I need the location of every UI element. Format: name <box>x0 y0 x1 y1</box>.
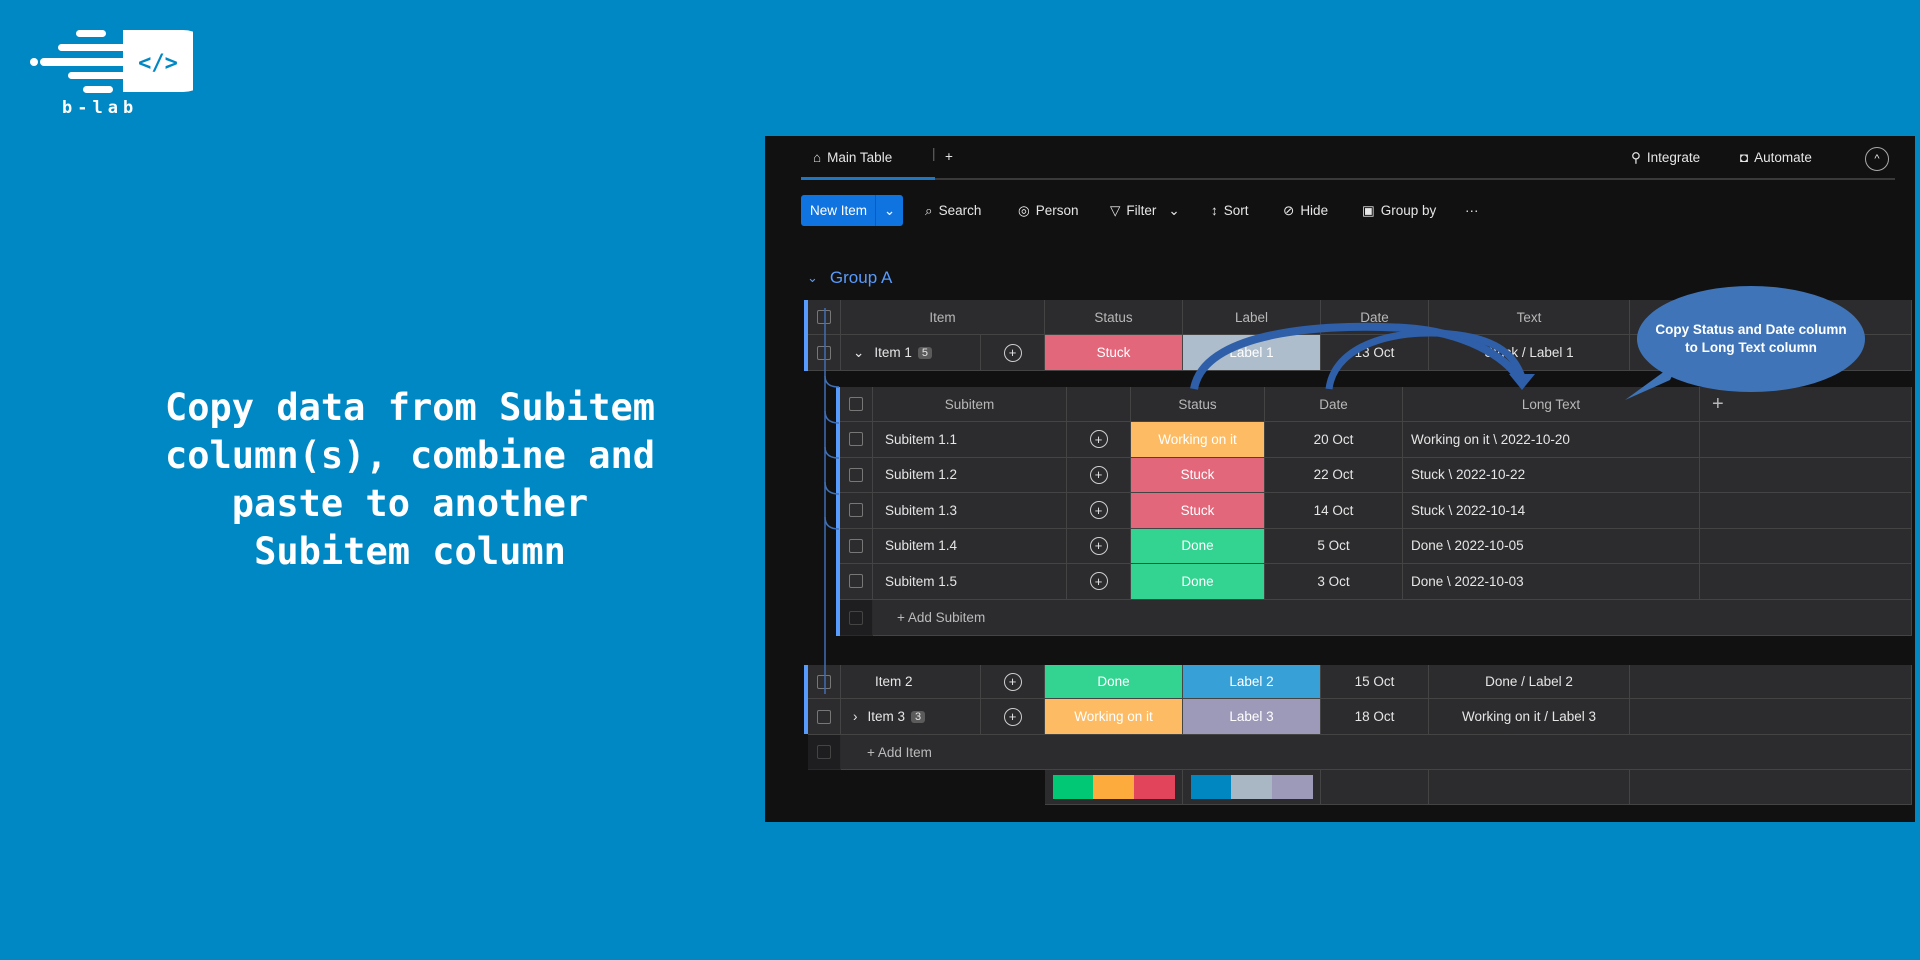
copy-arrows <box>824 308 1535 694</box>
callout-text: to Long Text column <box>1685 340 1817 355</box>
brand-name: b-lab <box>62 98 139 118</box>
headline-line: paste to another <box>231 482 589 525</box>
headline-line: Copy data from Subitem <box>164 386 656 429</box>
headline: Copy data from Subitem column(s), combin… <box>60 384 760 576</box>
svg-text:</>: </> <box>138 51 178 76</box>
headline-line: column(s), combine and <box>164 434 656 477</box>
app-window: ⌂ Main Table | + ⚲ Integrate ◘ Automate ^ N… <box>765 136 1915 822</box>
callout-text: Copy Status and Date column <box>1655 322 1847 337</box>
headline-line: Subitem column <box>254 530 566 573</box>
callout-tail <box>1625 360 1680 400</box>
